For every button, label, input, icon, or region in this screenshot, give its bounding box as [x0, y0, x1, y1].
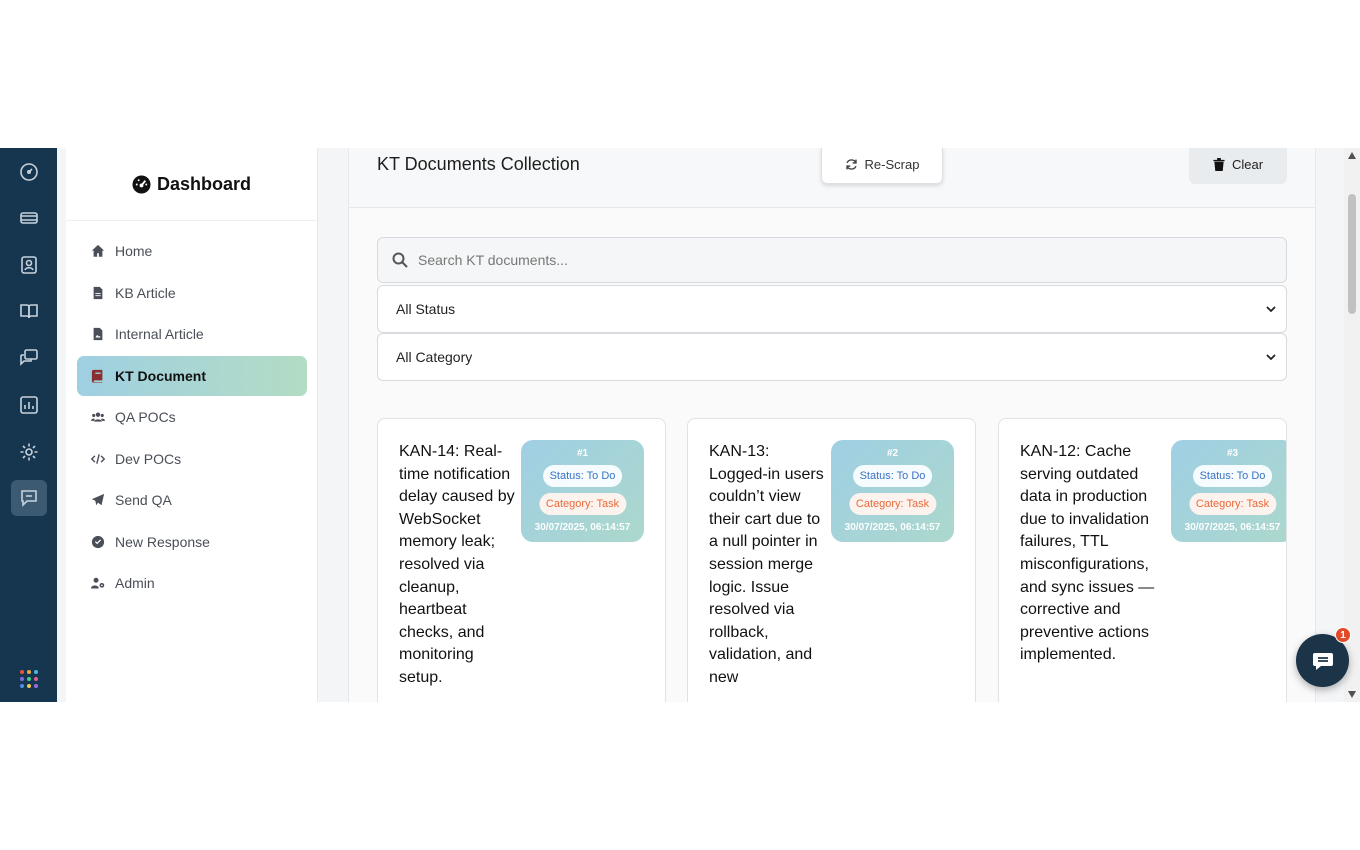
rail-gauge-icon[interactable]: [11, 154, 47, 190]
nav-item-qa-pocs[interactable]: QA POCs: [77, 397, 307, 437]
nav-item-kb-article[interactable]: KB Article: [77, 273, 307, 313]
chevron-down-icon: [1266, 354, 1276, 361]
nav-item-label: New Response: [115, 533, 210, 550]
search-input[interactable]: [418, 252, 1258, 268]
rail-settings-icon[interactable]: [11, 434, 47, 470]
paper-plane-icon: [91, 493, 105, 506]
rescrap-button[interactable]: Re-Scrap: [821, 148, 943, 184]
rail-ticket-icon[interactable]: [11, 200, 47, 236]
scroll-up-arrow[interactable]: [1348, 152, 1356, 159]
page-scrollbar[interactable]: [1344, 148, 1360, 702]
page-title: KT Documents Collection: [377, 154, 580, 174]
check-circle-icon: [91, 535, 105, 548]
brand-title: Dashboard: [156, 173, 252, 194]
nav-item-label: Admin: [115, 575, 155, 591]
rail-book-icon[interactable]: [11, 293, 47, 329]
nav-list: Home KB Article Internal Article KT Docu…: [77, 231, 307, 605]
document-title: KAN-13: Logged-in users couldn’t view th…: [709, 443, 824, 686]
trash-icon: [1213, 157, 1225, 171]
chevron-down-icon: [1266, 306, 1276, 313]
category-badge: Category: Task: [848, 493, 937, 515]
document-meta-badge: #1 Status: To Do Category: Task 30/07/20…: [521, 440, 644, 542]
nav-item-internal-article[interactable]: Internal Article: [77, 314, 307, 354]
app-viewport: Dashboard Home KB Article Internal Artic…: [0, 148, 1360, 702]
kt-document-card[interactable]: KAN-12: Cache serving outdated data in p…: [998, 418, 1287, 702]
document-number: #2: [886, 448, 899, 459]
code-icon: [91, 453, 105, 464]
document-number: #3: [1226, 448, 1239, 459]
nav-item-dev-pocs[interactable]: Dev POCs: [77, 439, 307, 479]
nav-item-kt-document[interactable]: KT Document: [77, 355, 307, 396]
nav-item-home[interactable]: Home: [77, 231, 307, 271]
icon-rail: [0, 148, 57, 702]
document-timestamp: 30/07/2025, 06:14:57: [534, 522, 631, 533]
document-timestamp: 30/07/2025, 06:14:57: [844, 522, 941, 533]
document-meta-badge: #2 Status: To Do Category: Task 30/07/20…: [831, 440, 954, 542]
panel-header: KT Documents Collection Re-Scrap Clear: [349, 148, 1315, 208]
home-icon: [91, 244, 105, 257]
nav-item-label: KT Document: [115, 367, 206, 384]
nav-item-label: Internal Article: [115, 326, 204, 342]
rail-analytics-icon[interactable]: [11, 387, 47, 423]
category-filter-select[interactable]: All Category: [377, 333, 1287, 381]
rescrap-label: Re-Scrap: [864, 156, 920, 172]
nav-sidebar: Dashboard Home KB Article Internal Artic…: [66, 148, 318, 702]
scroll-down-arrow[interactable]: [1348, 691, 1356, 698]
scroll-thumb[interactable]: [1348, 194, 1356, 314]
document-title: KAN-12: Cache serving outdated data in p…: [1020, 443, 1155, 664]
rail-contact-icon[interactable]: [11, 247, 47, 283]
status-badge: Status: To Do: [542, 465, 623, 487]
nav-item-label: KB Article: [115, 284, 176, 301]
search-icon: [392, 252, 408, 268]
document-timestamp: 30/07/2025, 06:14:57: [1184, 522, 1281, 533]
category-filter-value: All Category: [396, 349, 473, 365]
clear-button[interactable]: Clear: [1189, 148, 1287, 184]
nav-item-label: Home: [115, 243, 153, 259]
notification-badge: 1: [1335, 627, 1351, 643]
nav-item-label: Dev POCs: [115, 450, 182, 467]
users-icon: [91, 412, 105, 422]
file-icon: [93, 286, 103, 299]
kt-documents-panel: KT Documents Collection Re-Scrap Clear A…: [348, 148, 1316, 702]
nav-item-admin[interactable]: Admin: [77, 563, 307, 603]
status-filter-value: All Status: [396, 301, 456, 317]
document-meta-badge: #3 Status: To Do Category: Task 30/07/20…: [1171, 440, 1286, 542]
clear-label: Clear: [1231, 156, 1264, 172]
document-title: KAN-14: Real-time notification delay cau…: [399, 443, 515, 686]
status-badge: Status: To Do: [852, 465, 933, 487]
nav-item-label: Send QA: [115, 492, 172, 508]
rail-chat-bubbles-icon[interactable]: [11, 340, 47, 376]
user-cog-icon: [91, 577, 105, 589]
nav-item-send-qa[interactable]: Send QA: [77, 480, 307, 520]
category-badge: Category: Task: [1188, 493, 1277, 515]
file-image-icon: [93, 327, 103, 341]
status-filter-select[interactable]: All Status: [377, 285, 1287, 333]
book-icon: [91, 369, 103, 383]
status-badge: Status: To Do: [1192, 465, 1273, 487]
nav-item-new-response[interactable]: New Response: [77, 522, 307, 562]
search-field[interactable]: [377, 237, 1287, 283]
apps-grid-icon[interactable]: [20, 670, 38, 688]
brand[interactable]: Dashboard: [66, 148, 317, 221]
chat-icon: [1312, 652, 1333, 670]
nav-item-label: QA POCs: [115, 409, 176, 425]
category-badge: Category: Task: [538, 493, 627, 515]
document-number: #1: [576, 448, 589, 459]
kt-document-card[interactable]: KAN-14: Real-time notification delay cau…: [377, 418, 666, 702]
kt-document-card[interactable]: KAN-13: Logged-in users couldn’t view th…: [687, 418, 976, 702]
rail-messages-icon[interactable]: [11, 480, 47, 516]
dashboard-gauge-icon: [132, 174, 151, 194]
refresh-icon: [845, 158, 857, 170]
